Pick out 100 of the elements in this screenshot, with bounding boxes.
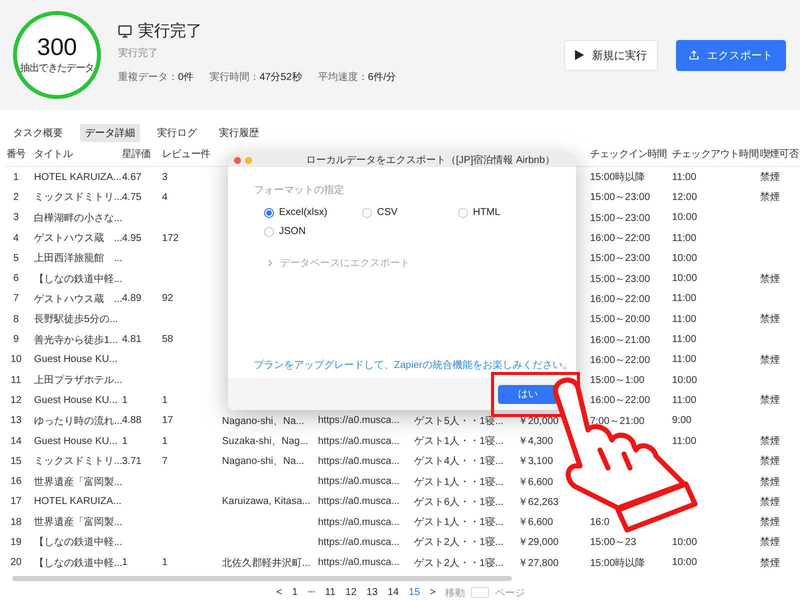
table-cell: 12:00 [672, 192, 698, 203]
status-title: 実行完了 [138, 22, 202, 42]
page-suffix: ページ [494, 586, 525, 600]
next-page[interactable]: > [428, 587, 437, 598]
table-cell: 11:00 [672, 334, 696, 346]
page-link[interactable]: 13 [366, 587, 379, 598]
page-link[interactable]: 11 [324, 587, 336, 598]
table-cell: ￥29,000 [518, 537, 559, 548]
table-cell: 禁煙 [760, 537, 780, 548]
table-cell: 10:00 [672, 536, 698, 548]
table-cell: 10:00 [672, 252, 698, 264]
table-cell: ￥6,600 [518, 476, 554, 488]
table-cell: 1 [162, 394, 168, 406]
tab[interactable]: 実行履歴 [214, 124, 264, 142]
table-cell: ミックスドミトリ... [34, 456, 122, 468]
table-cell: 3 [162, 172, 168, 183]
table-cell: 禁煙 [760, 172, 780, 184]
table-cell: 17 [10, 496, 22, 508]
table-cell: 3.71 [122, 456, 142, 467]
table-cell: Suzaka-shi、Nag... [222, 436, 308, 447]
table-cell: https://a0.musca... [318, 436, 400, 446]
table-cell: 禁煙 [760, 476, 780, 488]
confirm-button[interactable]: はい [498, 384, 558, 404]
table-cell: 11:00 [672, 314, 696, 325]
table-cell: ゲスト2人・・1寝... [414, 537, 504, 548]
table-cell: 禁煙 [760, 354, 780, 366]
page-link[interactable]: 15 [408, 587, 421, 598]
table-cell: Nagano-shi、Na... [222, 416, 304, 427]
option-label: Excel(xlsx) [279, 207, 328, 218]
table-cell: ￥20,000 [518, 416, 559, 427]
table-cell: ミックスドミトリ... [34, 192, 122, 204]
page-link[interactable]: 14 [386, 587, 400, 598]
table-cell: ゲスト1人・・1寝... [414, 476, 504, 488]
table-cell: 【しなの鉄道中軽... [34, 537, 122, 548]
table-cell: 4 [162, 192, 168, 203]
table-cell: 4.81 [122, 334, 142, 346]
table-cell: ゆったり時の流れ... [34, 416, 122, 427]
table-cell: 11:00 [672, 232, 696, 244]
table-cell: 1 [122, 557, 128, 568]
table-cell: 14 [10, 436, 22, 446]
table-cell: HOTEL KARUIZA... [34, 172, 122, 183]
stat-text: 平均速度：6件/分 [318, 70, 396, 84]
table-cell: 【しなの鉄道中軽... [34, 274, 122, 285]
table-cell: 11:00 [672, 354, 696, 366]
upgrade-link[interactable]: プランをアップグレードして、Zapierの統合機能をお楽しみください。 [254, 358, 576, 372]
table-cell: 4.89 [122, 293, 142, 304]
table-cell: https://a0.musca... [318, 516, 400, 528]
table-cell: 10:00 [672, 273, 698, 284]
table-cell: ゲスト1人・・1寝... [414, 517, 504, 528]
table-cell: 16:00～22:00 [590, 233, 650, 244]
table-cell: 16:00～22:00 [590, 354, 650, 366]
table-cell: 禁煙 [760, 436, 780, 447]
tab[interactable]: 実行ログ [152, 124, 202, 142]
table-cell: 11:00 [672, 436, 696, 446]
table-cell: 15:00時以降 [590, 172, 646, 184]
table-cell: 15:00～23:00 [590, 212, 650, 224]
table-cell: 18 [10, 516, 22, 528]
table-cell: 禁煙 [760, 456, 780, 468]
table-cell: 白樺湖畔の小さな... [34, 212, 122, 224]
page-link[interactable]: 12 [344, 587, 358, 598]
table-cell: 4 [13, 232, 19, 244]
table-cell: 1 [122, 436, 128, 446]
table-cell: 禁煙 [760, 395, 780, 406]
column-header: タイトル [33, 148, 74, 161]
table-cell: 16:00～22:00 [590, 294, 650, 305]
table-cell: ￥4,300 [518, 436, 554, 447]
count-label: 抽出できたデータ [20, 62, 94, 75]
tab[interactable]: データ詳細 [80, 124, 140, 142]
run-button[interactable]: 新規に実行 [564, 40, 658, 70]
table-cell: 15:00～1:00 [590, 375, 644, 386]
table-cell: 1 [122, 394, 128, 406]
table-cell: 10:00 [672, 557, 698, 568]
table-cell: ゲスト1人・・1寝... [414, 436, 504, 447]
table-cell: 15:00～23:00 [590, 192, 650, 204]
extracted-count: 300 [36, 35, 78, 61]
table-cell: 4.75 [122, 192, 142, 203]
table-cell: Guest House KU... [34, 394, 118, 406]
table-cell: 4.88 [122, 415, 142, 426]
table-cell: 10 [10, 354, 22, 366]
export-button[interactable]: エクスポート [676, 40, 786, 70]
previous-page[interactable]: < [275, 587, 284, 598]
table-cell: https://a0.musca... [318, 536, 400, 548]
table-cell: https://a0.musca... [318, 496, 400, 508]
option-label: CSV [377, 207, 398, 218]
table-cell: 善光寺から徒歩1... [34, 334, 118, 346]
table-cell: 12 [10, 394, 22, 406]
table-cell: 15:00～23:00 [590, 253, 650, 264]
table-cell: 172 [162, 232, 179, 244]
column-header: レビュー件 [161, 148, 212, 161]
table-cell: Guest House KU... [34, 436, 118, 446]
page-link[interactable]: 1 [291, 587, 299, 598]
table-cell: 11 [10, 374, 22, 386]
stat-text: 実行時間：47分52秒 [210, 70, 302, 84]
table-cell: 長野駅徒歩5分の... [34, 314, 118, 326]
table-cell: 16:0 [590, 516, 610, 528]
table-cell: ￥6,600 [518, 517, 554, 528]
table-cell: 3 [13, 212, 19, 224]
tab[interactable]: タスク概要 [8, 124, 68, 142]
table-cell: 5 [13, 252, 19, 264]
column-header: チェックイン時間 [589, 148, 668, 161]
